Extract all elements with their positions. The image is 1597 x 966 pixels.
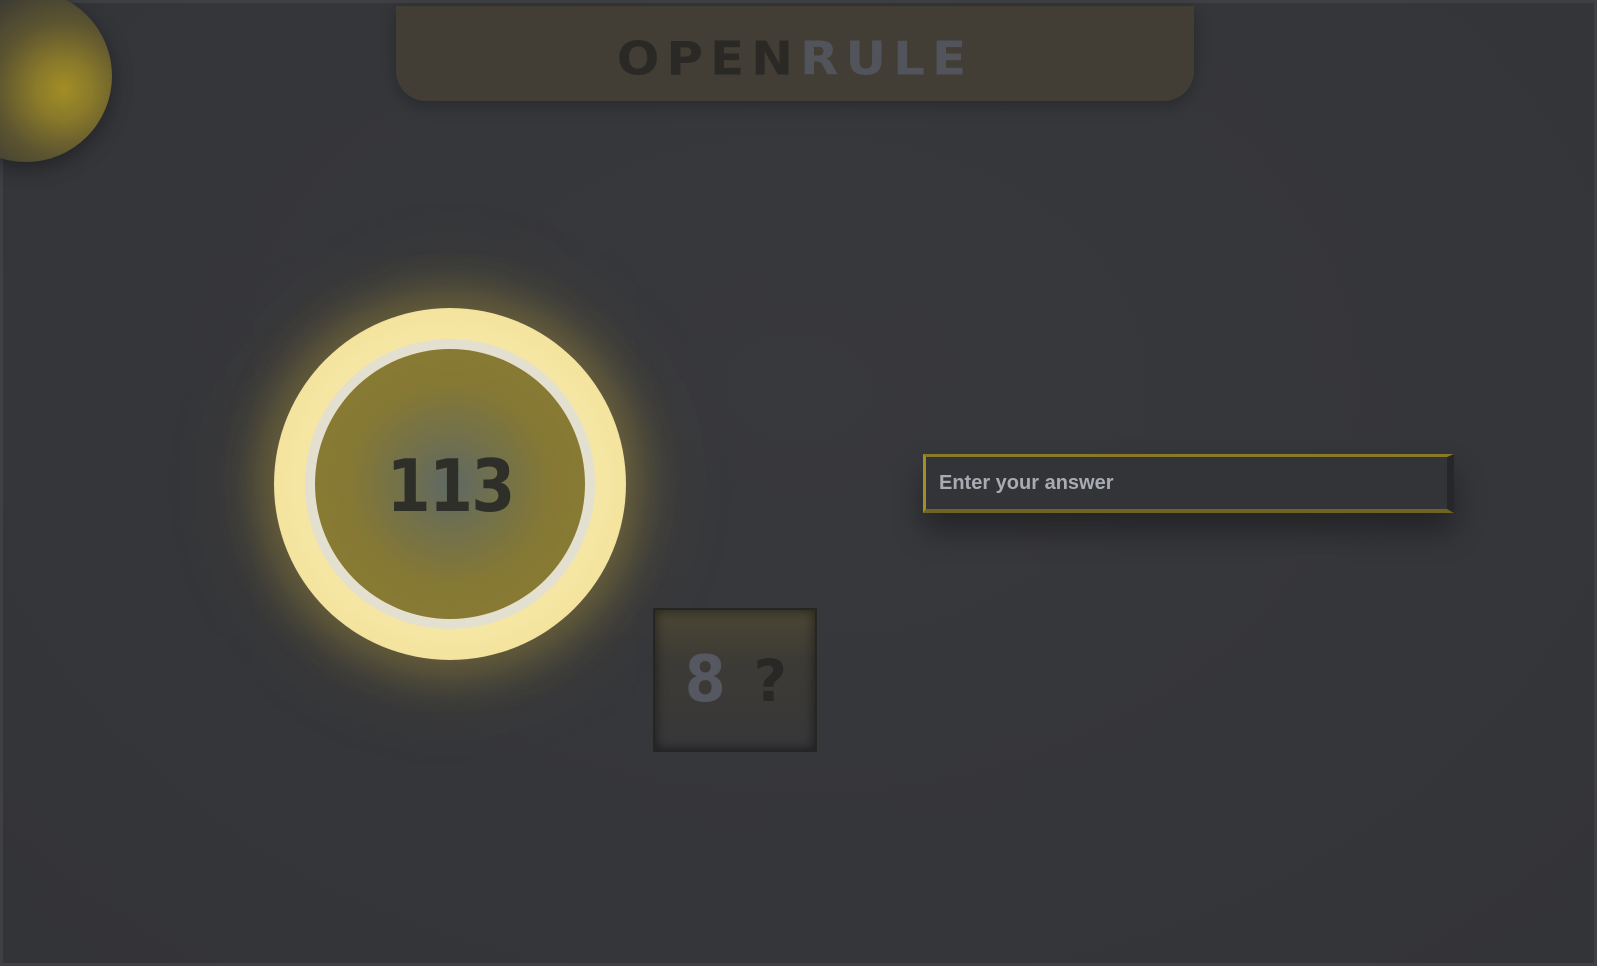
logo-rule-text: RULE [800, 31, 974, 86]
game-logo: OPENRULE [617, 35, 973, 81]
answer-input[interactable] [923, 454, 1454, 513]
clue-unknown-mark: ? [753, 647, 788, 715]
clue-tile: 8 ? [653, 608, 817, 752]
header-banner: OPENRULE [396, 6, 1194, 101]
number-dial: 113 [315, 349, 585, 619]
dial-number: 113 [386, 444, 516, 528]
logo-open-text: OPEN [616, 31, 801, 86]
clue-number: 8 [684, 643, 726, 717]
